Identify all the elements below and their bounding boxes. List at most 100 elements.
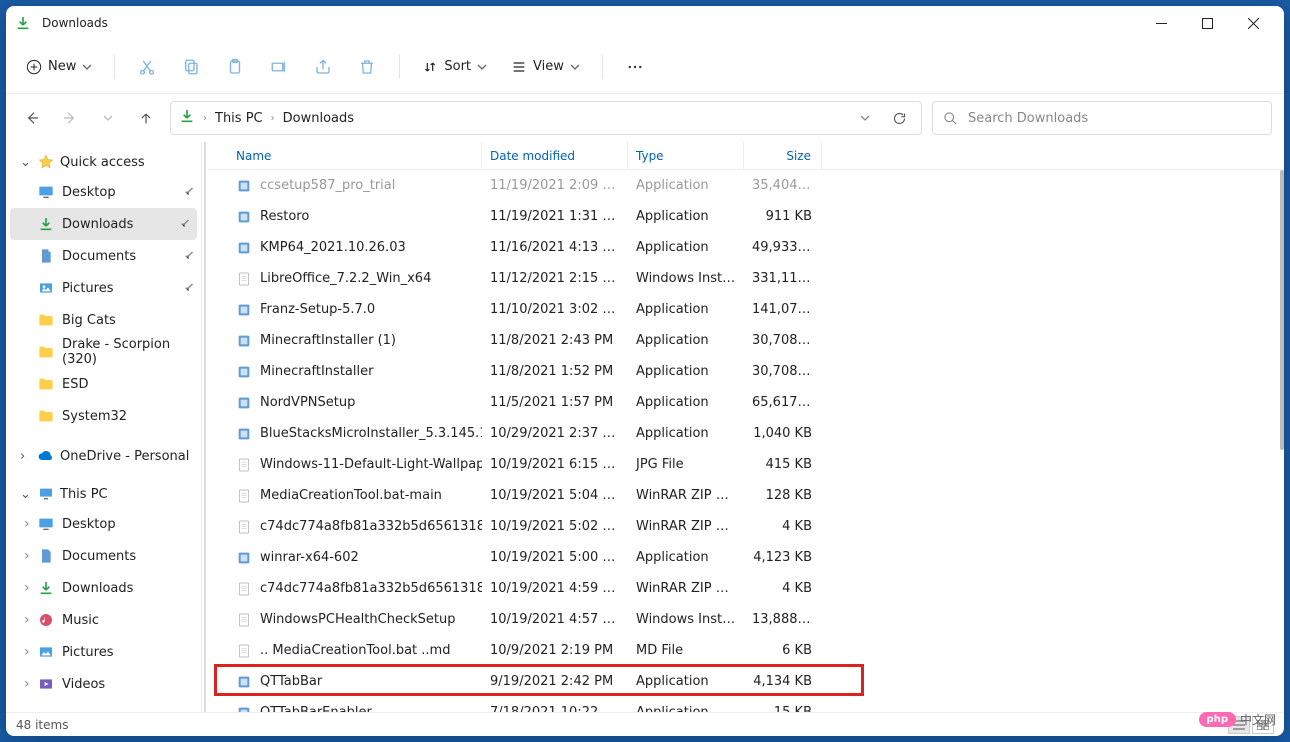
sidebar-item-downloads[interactable]: Downloads (10, 208, 197, 240)
file-type: Application (628, 178, 744, 193)
file-row[interactable]: BlueStacksMicroInstaller_5.3.145.1002_na… (208, 418, 1284, 449)
sidebar-item-label: Desktop (62, 185, 116, 200)
file-rows[interactable]: ccsetup587_pro_trial11/19/2021 2:09 PMAp… (208, 170, 1284, 712)
monitor-icon (38, 486, 54, 502)
item-count: 48 items (16, 718, 68, 732)
sidebar-item-pictures[interactable]: Pictures (6, 272, 201, 304)
file-size: 30,708 KB (744, 333, 822, 348)
file-type: Windows Installer ... (628, 271, 744, 286)
rename-button[interactable] (259, 49, 299, 85)
file-name: LibreOffice_7.2.2_Win_x64 (260, 271, 431, 286)
sidebar-item-desktop[interactable]: Desktop (6, 508, 201, 540)
delete-button[interactable] (347, 49, 387, 85)
up-button[interactable] (132, 104, 160, 132)
file-date: 7/18/2021 10:22 PM (482, 705, 628, 712)
content-area: ⌄ Quick access DesktopDownloadsDocuments… (6, 142, 1284, 712)
watermark: php 中文网 (1199, 711, 1276, 728)
recent-dropdown[interactable] (94, 104, 122, 132)
breadcrumb-thispc[interactable]: This PC (215, 111, 263, 126)
file-name: Restoro (260, 209, 309, 224)
column-date[interactable]: Date modified (482, 142, 628, 169)
onedrive-header[interactable]: › OneDrive - Personal (6, 442, 201, 470)
sidebar-item-pictures[interactable]: Pictures (6, 636, 201, 668)
file-row[interactable]: MinecraftInstaller11/8/2021 1:52 PMAppli… (208, 356, 1284, 387)
file-name: Franz-Setup-5.7.0 (260, 302, 375, 317)
file-row[interactable]: Windows-11-Default-Light-Wallpaper10/19/… (208, 449, 1284, 480)
view-button[interactable]: View (501, 53, 590, 81)
column-type[interactable]: Type (628, 142, 744, 169)
file-row[interactable]: Restoro11/19/2021 1:31 PMApplication911 … (208, 201, 1284, 232)
sidebar-item-drake-scorpion-320-[interactable]: Drake - Scorpion (320) (6, 336, 201, 368)
file-row[interactable]: WindowsPCHealthCheckSetup10/19/2021 4:57… (208, 604, 1284, 635)
folder-icon (38, 548, 54, 564)
file-row[interactable]: c74dc774a8fb81a332b5d65613187b15-92...10… (208, 511, 1284, 542)
sidebar-item-documents[interactable]: Documents (6, 240, 201, 272)
file-row[interactable]: QTTabBarEnabler7/18/2021 10:22 PMApplica… (208, 697, 1284, 712)
file-row[interactable]: winrar-x64-60210/19/2021 5:00 PMApplicat… (208, 542, 1284, 573)
sidebar-item-esd[interactable]: ESD (6, 368, 201, 400)
downloads-icon (179, 108, 195, 128)
file-name: MinecraftInstaller (1) (260, 333, 396, 348)
chevron-right-icon: › (271, 113, 275, 124)
column-size[interactable]: Size (744, 142, 822, 169)
file-row[interactable]: KMP64_2021.10.26.0311/16/2021 4:13 PMApp… (208, 232, 1284, 263)
separator (399, 55, 400, 79)
sidebar-item-music[interactable]: Music (6, 604, 201, 636)
file-type: Windows Installer ... (628, 612, 744, 627)
this-pc-header[interactable]: ⌄ This PC (6, 480, 201, 508)
file-row[interactable]: Franz-Setup-5.7.011/10/2021 3:02 PMAppli… (208, 294, 1284, 325)
file-date: 10/19/2021 6:15 PM (482, 457, 628, 472)
copy-button[interactable] (171, 49, 211, 85)
file-row[interactable]: ccsetup587_pro_trial11/19/2021 2:09 PMAp… (208, 170, 1284, 201)
search-input[interactable] (968, 111, 1261, 126)
file-size: 15 KB (744, 705, 822, 712)
forward-button[interactable] (56, 104, 84, 132)
file-size: 4,123 KB (744, 550, 822, 565)
search-box[interactable] (932, 101, 1272, 135)
file-row[interactable]: c74dc774a8fb81a332b5d65613187b15-92...10… (208, 573, 1284, 604)
file-size: 415 KB (744, 457, 822, 472)
quick-access-header[interactable]: ⌄ Quick access (6, 148, 201, 176)
file-icon (236, 364, 252, 380)
maximize-button[interactable] (1184, 7, 1230, 39)
minimize-button[interactable] (1138, 7, 1184, 39)
sidebar-item-downloads[interactable]: Downloads (6, 572, 201, 604)
cut-button[interactable] (127, 49, 167, 85)
sidebar-item-documents[interactable]: Documents (6, 540, 201, 572)
sidebar-item-big-cats[interactable]: Big Cats (6, 304, 201, 336)
column-name[interactable]: Name (228, 142, 482, 169)
new-button[interactable]: New (16, 53, 102, 81)
sidebar-item-label: Downloads (62, 217, 133, 232)
file-date: 11/19/2021 2:09 PM (482, 178, 628, 193)
paste-button[interactable] (215, 49, 255, 85)
file-type: Application (628, 333, 744, 348)
file-icon (236, 581, 252, 597)
file-row[interactable]: MinecraftInstaller (1)11/8/2021 2:43 PMA… (208, 325, 1284, 356)
file-row[interactable]: QTTabBar9/19/2021 2:42 PMApplication4,13… (208, 666, 1284, 697)
folder-icon (38, 312, 54, 328)
breadcrumb-downloads[interactable]: Downloads (283, 111, 354, 126)
scrollbar[interactable] (1280, 170, 1284, 712)
share-button[interactable] (303, 49, 343, 85)
file-size: 1,040 KB (744, 426, 822, 441)
address-history-dropdown[interactable] (853, 104, 877, 132)
pin-icon (180, 248, 196, 264)
sidebar-item-desktop[interactable]: Desktop (6, 176, 201, 208)
back-button[interactable] (18, 104, 46, 132)
this-pc-label: This PC (60, 487, 108, 502)
more-button[interactable] (615, 49, 655, 85)
file-row[interactable]: MediaCreationTool.bat-main10/19/2021 5:0… (208, 480, 1284, 511)
sidebar-item-system32[interactable]: System32 (6, 400, 201, 432)
file-row[interactable]: LibreOffice_7.2.2_Win_x6411/12/2021 2:15… (208, 263, 1284, 294)
sort-button[interactable]: Sort (412, 53, 497, 81)
file-name: .. MediaCreationTool.bat ..md (260, 643, 450, 658)
refresh-button[interactable] (885, 104, 913, 132)
navigation-pane[interactable]: ⌄ Quick access DesktopDownloadsDocuments… (6, 142, 202, 712)
file-row[interactable]: .. MediaCreationTool.bat ..md10/9/2021 2… (208, 635, 1284, 666)
file-row[interactable]: NordVPNSetup11/5/2021 1:57 PMApplication… (208, 387, 1284, 418)
file-name: MediaCreationTool.bat-main (260, 488, 442, 503)
close-button[interactable] (1230, 7, 1276, 39)
address-bar[interactable]: › This PC › Downloads (170, 101, 922, 135)
sidebar-item-videos[interactable]: Videos (6, 668, 201, 700)
pin-icon (176, 216, 192, 232)
